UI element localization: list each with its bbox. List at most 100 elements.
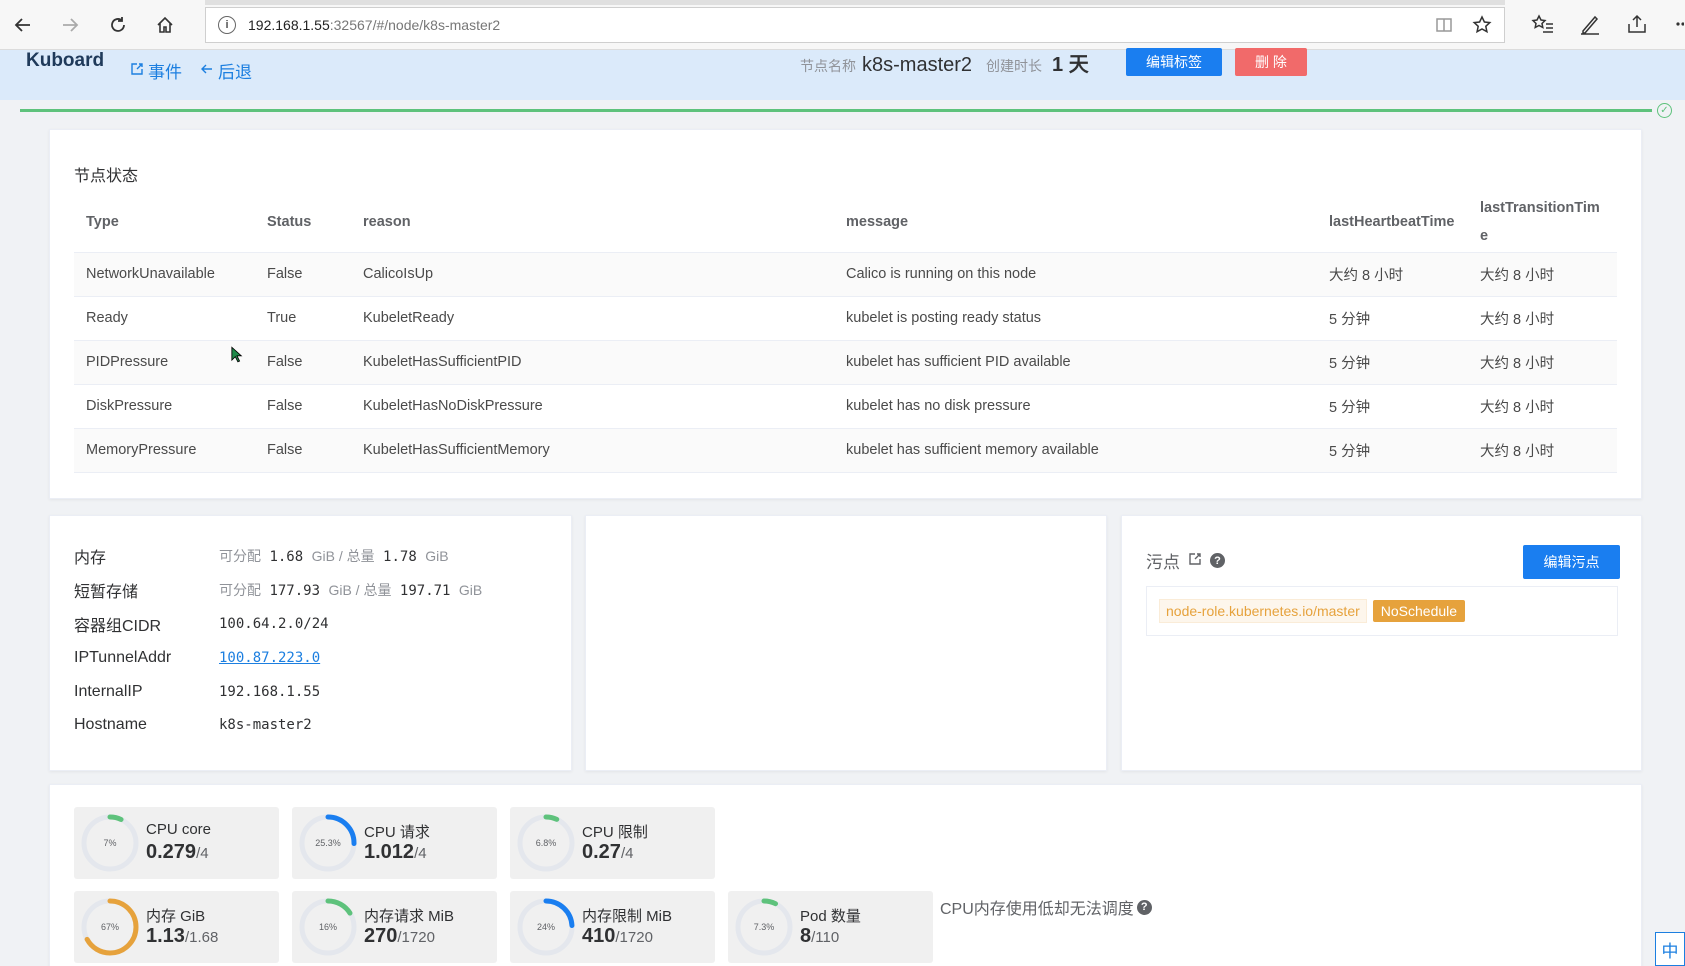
metrics-card: 7% CPU core 0.279/4 25.3% CPU 请求 1.012/4 6.8% C… — [49, 784, 1642, 966]
memory-label: 内存 — [74, 550, 107, 567]
ephemeral-total: 197.71 — [399, 583, 451, 599]
empty-card — [585, 515, 1107, 771]
favorites-list-icon[interactable] — [1531, 12, 1555, 36]
memory-value: 可分配 1.68 GiB / 总量 1.78 GiB — [219, 546, 449, 566]
delete-button[interactable]: 删 除 — [1235, 48, 1307, 76]
cell-message: kubelet has sufficient PID available — [834, 340, 1317, 385]
usage-percent: 16% — [318, 922, 337, 932]
cell-reason: KubeletHasSufficientPID — [351, 340, 834, 385]
question-icon[interactable]: ? — [1136, 899, 1152, 915]
cidr-value: 100.64.2.0/24 — [219, 616, 329, 632]
reading-view-icon[interactable] — [1434, 15, 1454, 35]
usage-percent: 7% — [103, 838, 117, 848]
back-arrow-icon[interactable] — [8, 10, 38, 40]
tunnel-row: IPTunnelAddr 100.87.223.0 — [74, 646, 320, 670]
ephemeral-row: 短暂存储 可分配 177.93 GiB / 总量 197.71 GiB — [74, 578, 482, 602]
internal-ip-label: InternalIP — [74, 683, 143, 700]
metric-total: /4 — [414, 845, 427, 862]
metric-tile: 24% 内存限制 MiB 410/1720 — [510, 891, 715, 963]
cell-status: False — [255, 428, 351, 473]
external-link-icon — [130, 61, 144, 81]
table-header-row: Type Status reason message lastHeartbeat… — [74, 192, 1617, 253]
cell-heartbeat: 5 分钟 — [1317, 296, 1468, 341]
metric-used: 410 — [582, 925, 616, 947]
tunnel-address-link[interactable]: 100.87.223.0 — [219, 650, 320, 666]
ephemeral-value: 可分配 177.93 GiB / 总量 197.71 GiB — [219, 580, 482, 600]
loading-progress-bar — [20, 109, 1652, 112]
cell-type: Ready — [74, 296, 255, 341]
metric-label: CPU 请求 — [364, 824, 430, 841]
share-icon[interactable] — [1625, 12, 1649, 36]
metric-value: 1.012/4 — [364, 841, 427, 864]
taint-key-tag: node-role.kubernetes.io/master — [1159, 599, 1367, 623]
hostname-value: k8s-master2 — [219, 717, 312, 733]
metric-tile: 7.3% Pod 数量 8/110 — [728, 891, 933, 963]
column-header: Type — [74, 192, 255, 253]
metric-total: /110 — [811, 929, 840, 946]
taint-list: node-role.kubernetes.io/master NoSchedul… — [1146, 586, 1618, 636]
node-name: k8s-master2 — [862, 54, 973, 76]
events-link-label: 事件 — [148, 63, 182, 82]
ime-indicator[interactable]: 中 — [1655, 932, 1685, 966]
table-row: PIDPressure False KubeletHasSufficientPI… — [74, 340, 1617, 385]
metric-total: /1720 — [615, 929, 653, 946]
cell-type: MemoryPressure — [74, 428, 255, 473]
cell-heartbeat: 5 分钟 — [1317, 384, 1468, 429]
ephemeral-label: 短暂存储 — [74, 584, 139, 601]
cell-transition: 大约 8 小时 — [1468, 296, 1617, 341]
url-text[interactable]: 192.168.1.55:32567/#/node/k8s-master2 — [248, 17, 500, 33]
metric-used: 0.27 — [582, 841, 621, 863]
brand-logo[interactable]: Kuboard — [26, 50, 104, 72]
back-link[interactable]: 后退 — [200, 58, 252, 83]
column-header: Status — [255, 192, 351, 253]
cell-transition: 大约 8 小时 — [1468, 384, 1617, 429]
pen-notes-icon[interactable] — [1578, 12, 1602, 36]
table-row: MemoryPressure False KubeletHasSufficien… — [74, 428, 1617, 473]
edit-labels-button[interactable]: 编辑标签 — [1126, 48, 1222, 76]
column-header: lastHeartbeatTime — [1317, 192, 1468, 253]
forward-arrow-icon[interactable] — [55, 10, 85, 40]
ephemeral-unit: GiB — [458, 582, 483, 598]
usage-percent: 67% — [100, 922, 119, 932]
more-icon[interactable] — [1672, 12, 1685, 36]
question-icon[interactable]: ? — [1210, 553, 1225, 568]
cell-type: NetworkUnavailable — [74, 252, 255, 297]
cidr-label: 容器组CIDR — [74, 618, 162, 635]
created-value: 1 天 — [1052, 54, 1089, 76]
metric-used: 0.279 — [146, 841, 197, 863]
metric-used: 270 — [364, 925, 398, 947]
usage-percent: 25.3% — [315, 838, 341, 848]
refresh-icon[interactable] — [103, 10, 133, 40]
usage-percent: 24% — [536, 922, 555, 932]
cell-reason: CalicoIsUp — [351, 252, 834, 297]
arrow-left-icon — [200, 61, 214, 81]
internal-ip-row: InternalIP 192.168.1.55 — [74, 680, 320, 704]
metric-total: /1720 — [397, 929, 435, 946]
mouse-cursor-icon — [231, 346, 243, 369]
favorite-star-icon[interactable] — [1472, 15, 1492, 35]
cell-status: True — [255, 296, 351, 341]
metric-value: 8/110 — [800, 925, 839, 948]
home-icon[interactable] — [150, 10, 180, 40]
tab-strip — [205, 0, 1505, 5]
site-info-icon[interactable]: i — [218, 16, 236, 34]
external-link-icon[interactable] — [1188, 551, 1202, 571]
cell-transition: 大约 8 小时 — [1468, 252, 1617, 297]
node-meta: 节点名称 k8s-master2 创建时长 1 天 — [800, 48, 1089, 77]
cell-reason: KubeletReady — [351, 296, 834, 341]
table-row: DiskPressure False KubeletHasNoDiskPress… — [74, 384, 1617, 429]
total-prefix: GiB / 总量 — [328, 582, 392, 598]
node-status-card: 节点状态 Type Status reason message lastHear… — [49, 129, 1642, 499]
taints-title-label: 污点 — [1146, 553, 1180, 572]
cell-heartbeat: 大约 8 小时 — [1317, 252, 1468, 297]
metric-label: 内存请求 MiB — [364, 908, 455, 925]
address-bar[interactable]: i 192.168.1.55:32567/#/node/k8s-master2 — [205, 7, 1505, 43]
edit-taints-button[interactable]: 编辑污点 — [1523, 545, 1620, 579]
events-link[interactable]: 事件 — [130, 58, 182, 83]
column-header: message — [834, 192, 1317, 253]
table-row: Ready True KubeletReady kubelet is posti… — [74, 296, 1617, 341]
url-host: 192.168.1.55 — [248, 17, 330, 33]
metric-total: /1.68 — [184, 929, 219, 946]
usage-percent: 7.3% — [753, 922, 775, 932]
check-circle-icon: ✓ — [1657, 103, 1672, 118]
